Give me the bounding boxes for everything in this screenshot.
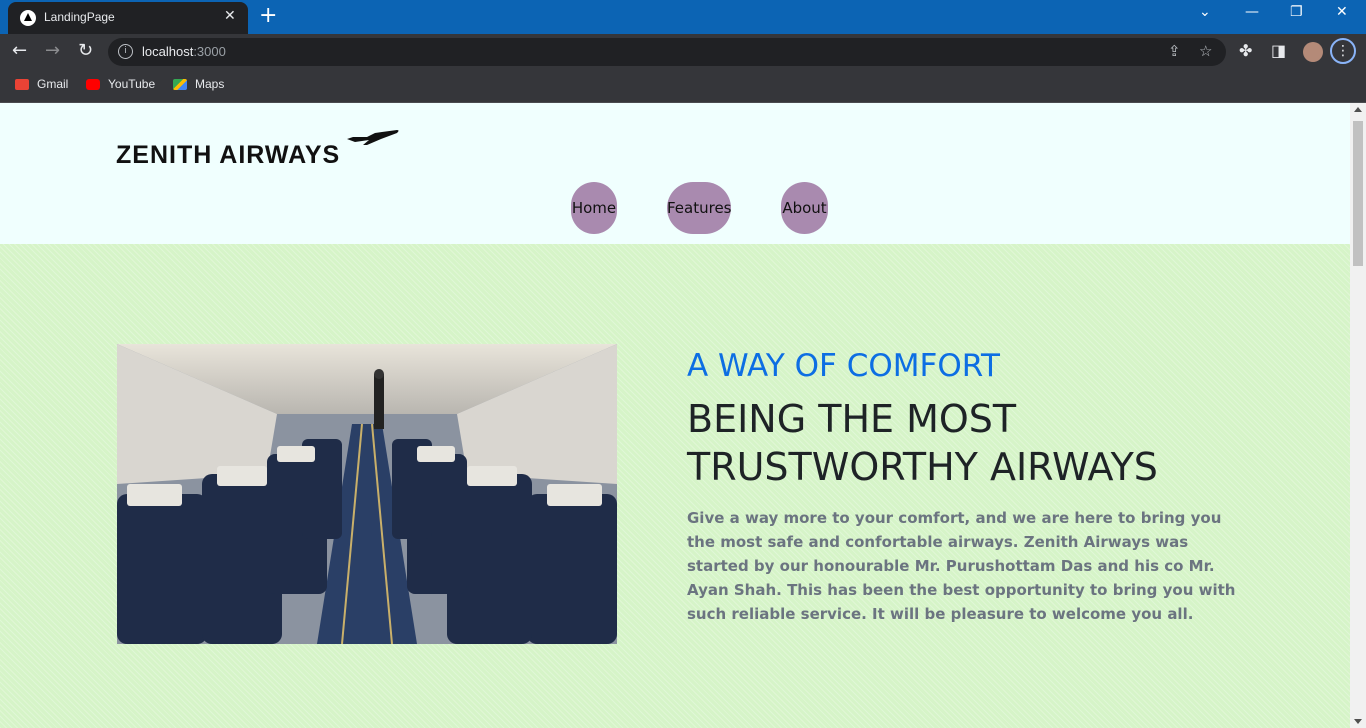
nav-features[interactable]: Features (667, 182, 732, 234)
hero-description: Give a way more to your comfort, and we … (687, 509, 1236, 623)
extensions-puzzle-icon[interactable]: ✤ (1239, 41, 1252, 60)
forward-arrow-icon[interactable]: → (45, 40, 60, 61)
reload-icon[interactable]: ↻ (78, 40, 93, 61)
bookmark-youtube[interactable]: YouTube (86, 77, 155, 91)
tab-close-icon[interactable]: ✕ (224, 8, 236, 24)
gmail-icon (15, 79, 29, 91)
bookmark-label: YouTube (108, 77, 156, 91)
bookmarks-bar: Gmail YouTube Maps (0, 70, 1366, 103)
hero-section: A WAY OF COMFORT BEING THE MOST TRUSTWOR… (0, 244, 1350, 728)
scroll-up-arrow-icon[interactable] (1354, 107, 1362, 112)
bookmark-maps[interactable]: Maps (173, 77, 224, 91)
scroll-thumb[interactable] (1353, 121, 1363, 266)
nextjs-favicon-icon (20, 10, 36, 26)
bookmark-gmail[interactable]: Gmail (15, 77, 68, 91)
minimize-button[interactable]: — (1245, 4, 1259, 20)
tab-strip: LandingPage ✕ + ⌄ — ❐ ✕ (0, 0, 1366, 34)
page-viewport: ZENITH AIRWAYS Home Features About A WAY… (0, 103, 1350, 728)
maps-icon (173, 79, 187, 91)
restore-button[interactable]: ❐ (1290, 4, 1303, 20)
url-port: :3000 (193, 44, 226, 59)
hero-eyebrow: A WAY OF COMFORT (687, 348, 1000, 384)
site-logo[interactable]: ZENITH AIRWAYS (116, 141, 340, 170)
tab-title: LandingPage (44, 10, 115, 24)
new-tab-button[interactable]: + (259, 3, 277, 28)
site-header: ZENITH AIRWAYS Home Features About (0, 103, 1350, 243)
browser-toolbar: ← → ↻ i localhost:3000 ⇪ ☆ ✤ ◨ ⋮ (0, 34, 1366, 70)
bookmark-label: Maps (195, 77, 225, 91)
url-host: localhost (142, 44, 194, 59)
site-info-icon[interactable]: i (118, 44, 133, 59)
nav-home[interactable]: Home (571, 182, 617, 234)
side-panel-icon[interactable]: ◨ (1271, 41, 1286, 60)
page-scrollbar[interactable] (1350, 103, 1366, 728)
airplane-cabin-image (117, 344, 617, 644)
back-arrow-icon[interactable]: ← (12, 40, 27, 61)
tab-search-chevron-icon[interactable]: ⌄ (1199, 4, 1211, 20)
close-window-button[interactable]: ✕ (1336, 4, 1348, 20)
youtube-icon (86, 79, 100, 91)
profile-avatar[interactable] (1303, 42, 1323, 62)
nav-about[interactable]: About (781, 182, 828, 234)
airplane-icon (347, 130, 399, 145)
browser-tab[interactable]: LandingPage ✕ (8, 2, 248, 34)
url-text: localhost:3000 (142, 44, 226, 59)
bookmark-label: Gmail (37, 77, 69, 91)
hero-title: BEING THE MOST TRUSTWORTHY AIRWAYS (687, 397, 1158, 489)
share-icon[interactable]: ⇪ (1168, 42, 1181, 60)
scroll-down-arrow-icon[interactable] (1354, 719, 1362, 724)
bookmark-star-icon[interactable]: ☆ (1199, 42, 1212, 60)
browser-menu-icon[interactable]: ⋮ (1330, 38, 1356, 64)
address-bar[interactable]: i localhost:3000 ⇪ ☆ (108, 38, 1226, 66)
